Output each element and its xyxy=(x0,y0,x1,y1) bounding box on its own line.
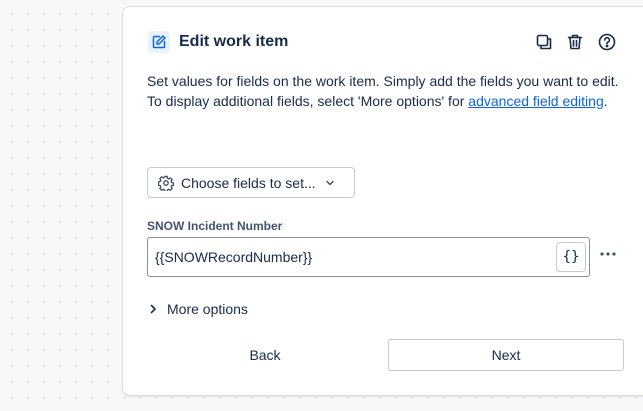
back-button[interactable]: Back xyxy=(147,339,383,371)
gear-icon xyxy=(158,175,174,191)
chevron-right-icon xyxy=(150,304,156,314)
insert-variable-button[interactable]: {} xyxy=(556,242,586,272)
panel-description: Set values for fields on the work item. … xyxy=(147,71,627,111)
chevron-down-icon xyxy=(324,177,336,189)
duplicate-button[interactable] xyxy=(533,31,555,53)
trash-icon xyxy=(567,34,583,50)
duplicate-icon xyxy=(536,34,552,50)
more-horizontal-icon xyxy=(600,252,616,256)
edit-work-item-panel: Edit work item Set values for fields on … xyxy=(122,6,643,396)
description-line-2-suffix: . xyxy=(603,93,608,109)
help-button[interactable] xyxy=(596,31,618,53)
description-line-2: To display additional fields, select 'Mo… xyxy=(147,91,627,111)
description-line-1: Set values for fields on the work item. … xyxy=(147,73,619,89)
description-line-2-prefix: To display additional fields, select 'Mo… xyxy=(147,93,469,109)
more-options-label: More options xyxy=(167,301,248,317)
snow-incident-number-label: SNOW Incident Number xyxy=(147,219,283,233)
more-options-toggle[interactable]: More options xyxy=(147,299,248,319)
panel-title: Edit work item xyxy=(179,33,289,50)
choose-fields-label: Choose fields to set... xyxy=(181,174,316,191)
next-button[interactable]: Next xyxy=(388,339,624,371)
advanced-field-editing-link[interactable]: advanced field editing xyxy=(468,93,603,109)
help-icon xyxy=(598,33,616,51)
edit-pencil-icon xyxy=(148,31,170,53)
snow-incident-number-input[interactable]: {{SNOWRecordNumber}} {} xyxy=(147,237,590,277)
field-more-actions-button[interactable] xyxy=(597,243,619,265)
delete-button[interactable] xyxy=(564,31,586,53)
choose-fields-button[interactable]: Choose fields to set... xyxy=(147,167,355,198)
snow-incident-number-value: {{SNOWRecordNumber}} xyxy=(155,249,313,265)
